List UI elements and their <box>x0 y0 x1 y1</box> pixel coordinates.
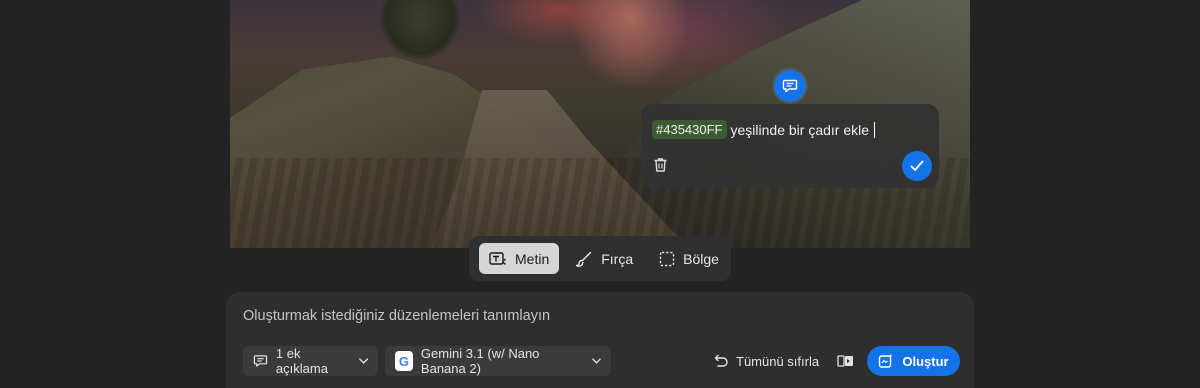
comment-input[interactable]: #435430FF yeşilinde bir çadır ekle <box>652 120 876 139</box>
chevron-down-icon <box>592 358 601 364</box>
valley-glow <box>570 0 690 90</box>
tool-brush[interactable]: Fırça <box>565 243 643 274</box>
generate-button[interactable]: Oluştur <box>867 346 960 376</box>
delete-comment-button[interactable] <box>651 155 669 175</box>
compare-icon <box>836 355 853 367</box>
model-selector[interactable]: G Gemini 3.1 (w/ Nano Banana 2) <box>385 346 611 376</box>
comments-dropdown[interactable]: 1 ek açıklama <box>243 346 378 376</box>
generate-label: Oluştur <box>902 353 949 369</box>
brush-icon <box>576 251 592 267</box>
checkmark-icon <box>910 160 924 171</box>
tool-text[interactable]: Metin <box>479 243 560 274</box>
text-tool-icon <box>489 251 506 265</box>
undo-icon <box>714 354 728 367</box>
tree <box>380 0 460 60</box>
confirm-comment-button[interactable] <box>902 151 932 181</box>
comment-icon <box>253 355 268 367</box>
chevron-down-icon <box>358 358 368 364</box>
model-label: Gemini 3.1 (w/ Nano Banana 2) <box>420 346 540 376</box>
trash-icon <box>654 158 666 172</box>
tool-brush-label: Fırça <box>601 250 634 267</box>
comment-popover: #435430FF yeşilinde bir çadır ekle <box>641 104 939 188</box>
comments-count-label: 1 ek açıklama <box>275 346 328 376</box>
edit-mode-toolbar: Metin Fırça Bölge <box>469 236 731 281</box>
text-caret <box>874 121 876 138</box>
tool-region-label: Bölge <box>683 250 719 267</box>
color-token: #435430FF <box>652 120 727 139</box>
generate-icon <box>879 353 894 368</box>
selection-icon <box>659 251 675 266</box>
comment-pin-button[interactable] <box>774 70 806 102</box>
reset-all-label: Tümünü sıfırla <box>736 353 820 369</box>
tool-region[interactable]: Bölge <box>649 243 729 274</box>
comment-icon <box>782 79 798 93</box>
google-logo-icon: G <box>395 351 413 371</box>
comment-text: yeşilinde bir çadır ekle <box>730 121 870 138</box>
reset-all-button[interactable]: Tümünü sıfırla <box>712 350 819 372</box>
prompt-panel: Oluşturmak istediğiniz düzenlemeleri tan… <box>226 292 974 388</box>
prompt-input[interactable]: Oluşturmak istediğiniz düzenlemeleri tan… <box>243 308 550 324</box>
compare-button[interactable] <box>836 352 854 370</box>
tool-text-label: Metin <box>515 250 550 267</box>
